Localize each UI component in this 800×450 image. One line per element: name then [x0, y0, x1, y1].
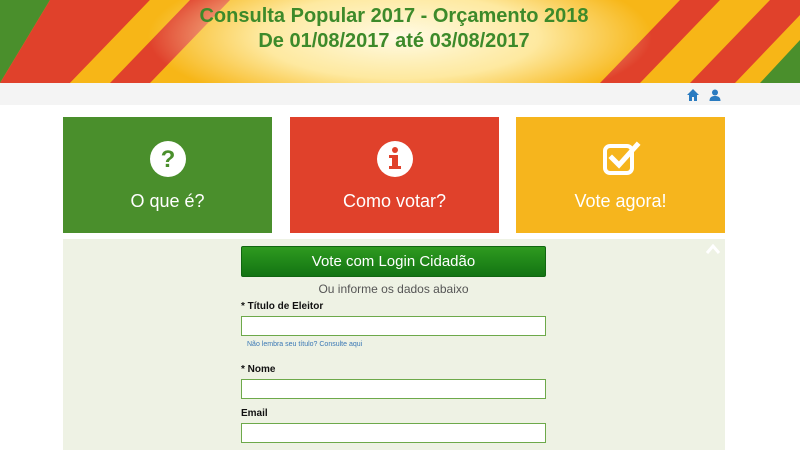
tile-como-votar[interactable]: Como votar?	[290, 117, 499, 233]
tile-label: Vote agora!	[574, 191, 667, 211]
tile-menu: ? O que é? Como votar? Vote agora!	[63, 117, 725, 233]
tile-label: O que é?	[130, 191, 205, 211]
title-line-1: Consulta Popular 2017 - Orçamento 2018	[199, 5, 589, 27]
titulo-label: * Título de Eleitor	[241, 301, 324, 312]
header-banner: Consulta Popular 2017 - Orçamento 2018 D…	[0, 0, 800, 83]
question-icon: ?	[149, 141, 186, 177]
nome-field[interactable]	[241, 379, 546, 399]
page-title: Consulta Popular 2017 - Orçamento 2018 D…	[0, 4, 788, 54]
form-subtitle: Ou informe os dados abaixo	[318, 282, 469, 296]
login-cidadao-button[interactable]: Vote com Login Cidadão	[241, 246, 546, 277]
email-label: Email	[241, 408, 268, 419]
vote-form-panel: Vote com Login Cidadão Ou informe os dad…	[63, 239, 725, 450]
info-icon	[376, 141, 413, 177]
user-icon[interactable]	[708, 88, 722, 102]
tile-label: Como votar?	[342, 191, 447, 211]
home-icon[interactable]	[686, 88, 700, 102]
email-field[interactable]	[241, 423, 546, 443]
nome-label: * Nome	[241, 364, 276, 375]
tile-vote-agora[interactable]: Vote agora!	[516, 117, 725, 233]
tile-o-que-e[interactable]: ? O que é?	[63, 117, 272, 233]
top-toolbar	[0, 83, 800, 105]
consulte-titulo-link[interactable]: Não lembra seu título? Consulte aqui	[247, 341, 362, 348]
titulo-eleitor-field[interactable]	[241, 316, 546, 336]
svg-text:?: ?	[160, 146, 175, 173]
title-line-2: De 01/08/2017 até 03/08/2017	[258, 30, 530, 52]
chevron-up-icon[interactable]	[705, 243, 721, 255]
checkbox-icon	[602, 141, 641, 175]
